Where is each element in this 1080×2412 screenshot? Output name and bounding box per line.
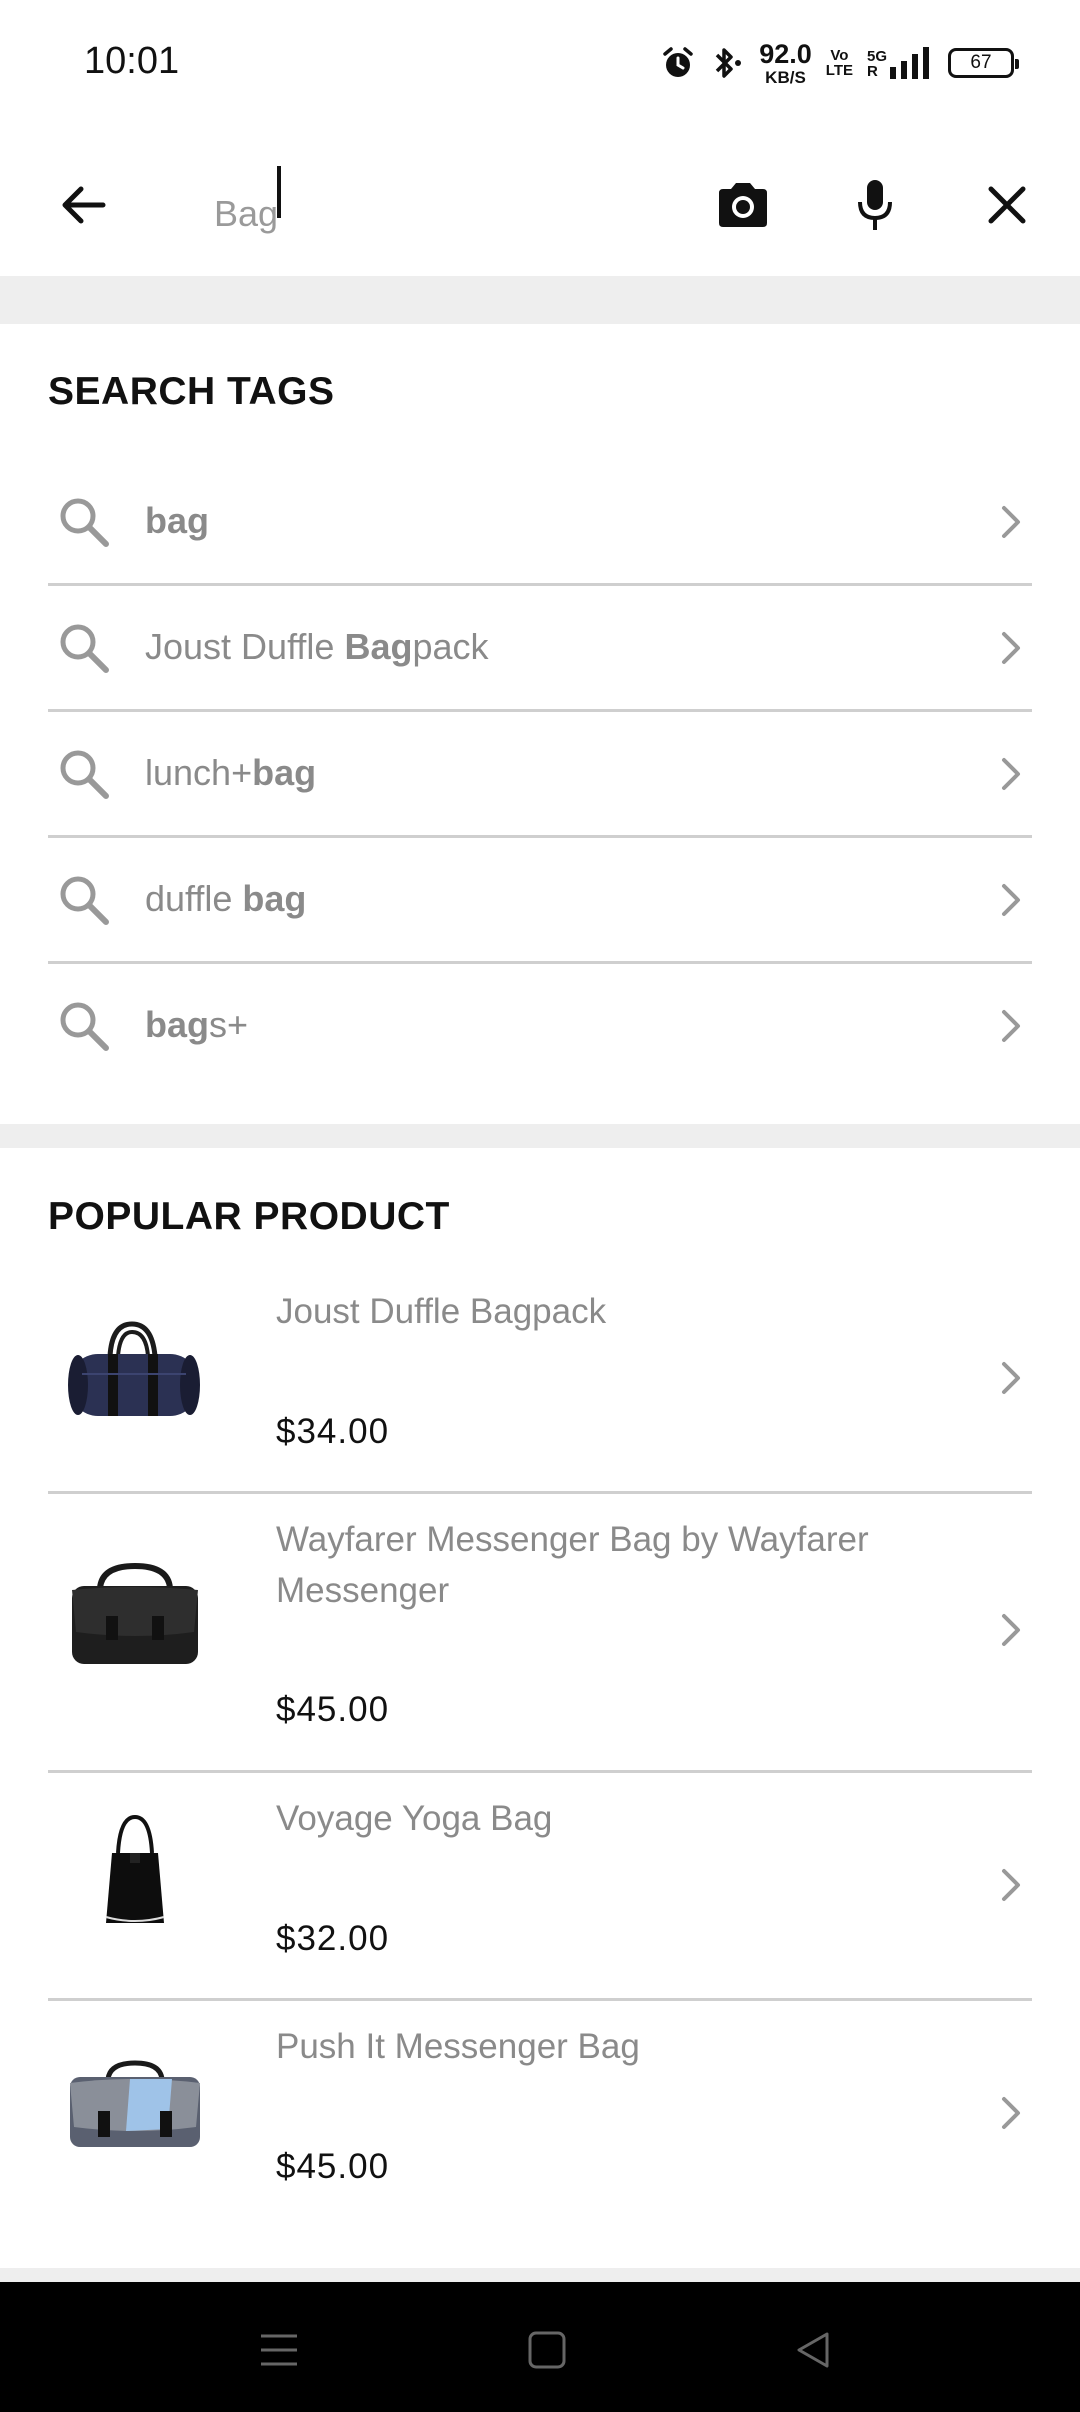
search-tag-item[interactable]: Joust Duffle Bagpack xyxy=(48,586,1032,712)
product-price: $34.00 xyxy=(276,1412,390,1451)
system-back-button[interactable] xyxy=(783,2322,843,2382)
battery-icon: 67 xyxy=(948,48,1019,78)
camera-icon xyxy=(716,181,770,234)
close-icon xyxy=(987,185,1027,230)
home-icon xyxy=(527,2330,567,2375)
home-button[interactable] xyxy=(517,2322,577,2382)
chevron-right-icon xyxy=(996,1610,1024,1655)
search-tag-label: lunch+bag xyxy=(145,752,317,793)
alarm-icon xyxy=(661,46,695,80)
product-price: $45.00 xyxy=(276,1690,390,1729)
camera-search-button[interactable] xyxy=(700,164,786,250)
network-speed-value: 92.0 xyxy=(759,38,812,69)
product-name: Wayfarer Messenger Bag by Wayfarer Messe… xyxy=(276,1520,869,1610)
chevron-right-icon xyxy=(996,880,1024,925)
product-image-messenger-bag xyxy=(60,1554,210,1674)
product-item[interactable]: Push It Messenger Bag $45.00 xyxy=(48,2001,1032,2229)
network-type-label: 5G xyxy=(866,48,887,65)
back-arrow-icon xyxy=(57,179,109,236)
volte-bottom-label: LTE xyxy=(825,62,853,79)
network-speed: 92.0 KB/S xyxy=(759,38,812,87)
battery-level: 67 xyxy=(970,52,992,73)
search-tag-label: bags+ xyxy=(145,1004,249,1045)
product-item[interactable]: Wayfarer Messenger Bag by Wayfarer Messe… xyxy=(48,1494,1032,1773)
status-bar: 10:01 92.0 KB/S Vo LTE 5G R 67 xyxy=(0,0,1080,124)
search-icon xyxy=(56,746,112,807)
chevron-right-icon xyxy=(996,1865,1024,1910)
voice-search-button[interactable] xyxy=(832,164,918,250)
search-tag-item[interactable]: bag xyxy=(48,460,1032,586)
back-button[interactable] xyxy=(40,164,126,250)
search-tags-title: SEARCH TAGS xyxy=(48,370,335,413)
network-speed-unit: KB/S xyxy=(765,67,806,87)
search-tag-label: Joust Duffle Bagpack xyxy=(145,626,489,667)
roaming-label: R xyxy=(866,63,878,80)
search-header xyxy=(0,124,1080,276)
search-tag-item[interactable]: duffle bag xyxy=(48,838,1032,964)
section-divider xyxy=(0,276,1080,324)
product-name: Joust Duffle Bagpack xyxy=(276,1292,607,1331)
search-icon xyxy=(56,872,112,933)
product-name: Voyage Yoga Bag xyxy=(276,1799,553,1838)
chevron-right-icon xyxy=(996,754,1024,799)
product-name: Push It Messenger Bag xyxy=(276,2027,640,2066)
product-item[interactable]: Joust Duffle Bagpack $34.00 xyxy=(48,1266,1032,1494)
status-time: 10:01 xyxy=(84,40,180,82)
product-image-duffle-bag xyxy=(60,1316,210,1436)
product-item[interactable]: Voyage Yoga Bag $32.00 xyxy=(48,1773,1032,2001)
system-navigation-bar xyxy=(0,2282,1080,2412)
chevron-right-icon xyxy=(996,1006,1024,1051)
search-tag-item[interactable]: bags+ xyxy=(48,964,1032,1090)
product-price: $45.00 xyxy=(276,2147,390,2186)
bluetooth-icon xyxy=(709,45,745,81)
status-icons: 92.0 KB/S Vo LTE 5G R 67 xyxy=(661,38,1019,88)
popular-product-title: POPULAR PRODUCT xyxy=(48,1195,450,1238)
menu-icon xyxy=(259,2332,299,2373)
search-icon xyxy=(56,998,112,1059)
search-tag-item[interactable]: lunch+bag xyxy=(48,712,1032,838)
signal-icon: 5G R xyxy=(867,47,934,79)
recent-apps-button[interactable] xyxy=(249,2322,309,2382)
volte-top-label: Vo xyxy=(830,47,849,64)
clear-search-button[interactable] xyxy=(964,164,1050,250)
search-icon xyxy=(56,620,112,681)
product-image-tote-bag xyxy=(60,1813,210,1933)
search-tag-label: bag xyxy=(145,500,210,541)
volte-indicator: Vo LTE xyxy=(826,48,853,78)
back-triangle-icon xyxy=(793,2330,833,2375)
search-icon xyxy=(56,494,112,555)
chevron-right-icon xyxy=(996,628,1024,673)
product-image-blue-messenger-bag xyxy=(60,2045,210,2165)
product-price: $32.00 xyxy=(276,1919,390,1958)
search-input[interactable] xyxy=(214,184,674,244)
microphone-icon xyxy=(855,178,895,237)
search-tag-label: duffle bag xyxy=(145,878,307,919)
chevron-right-icon xyxy=(996,1358,1024,1403)
text-cursor xyxy=(277,166,281,218)
chevron-right-icon xyxy=(996,502,1024,547)
chevron-right-icon xyxy=(996,2093,1024,2138)
section-divider xyxy=(0,1124,1080,1148)
section-divider xyxy=(0,2268,1080,2282)
